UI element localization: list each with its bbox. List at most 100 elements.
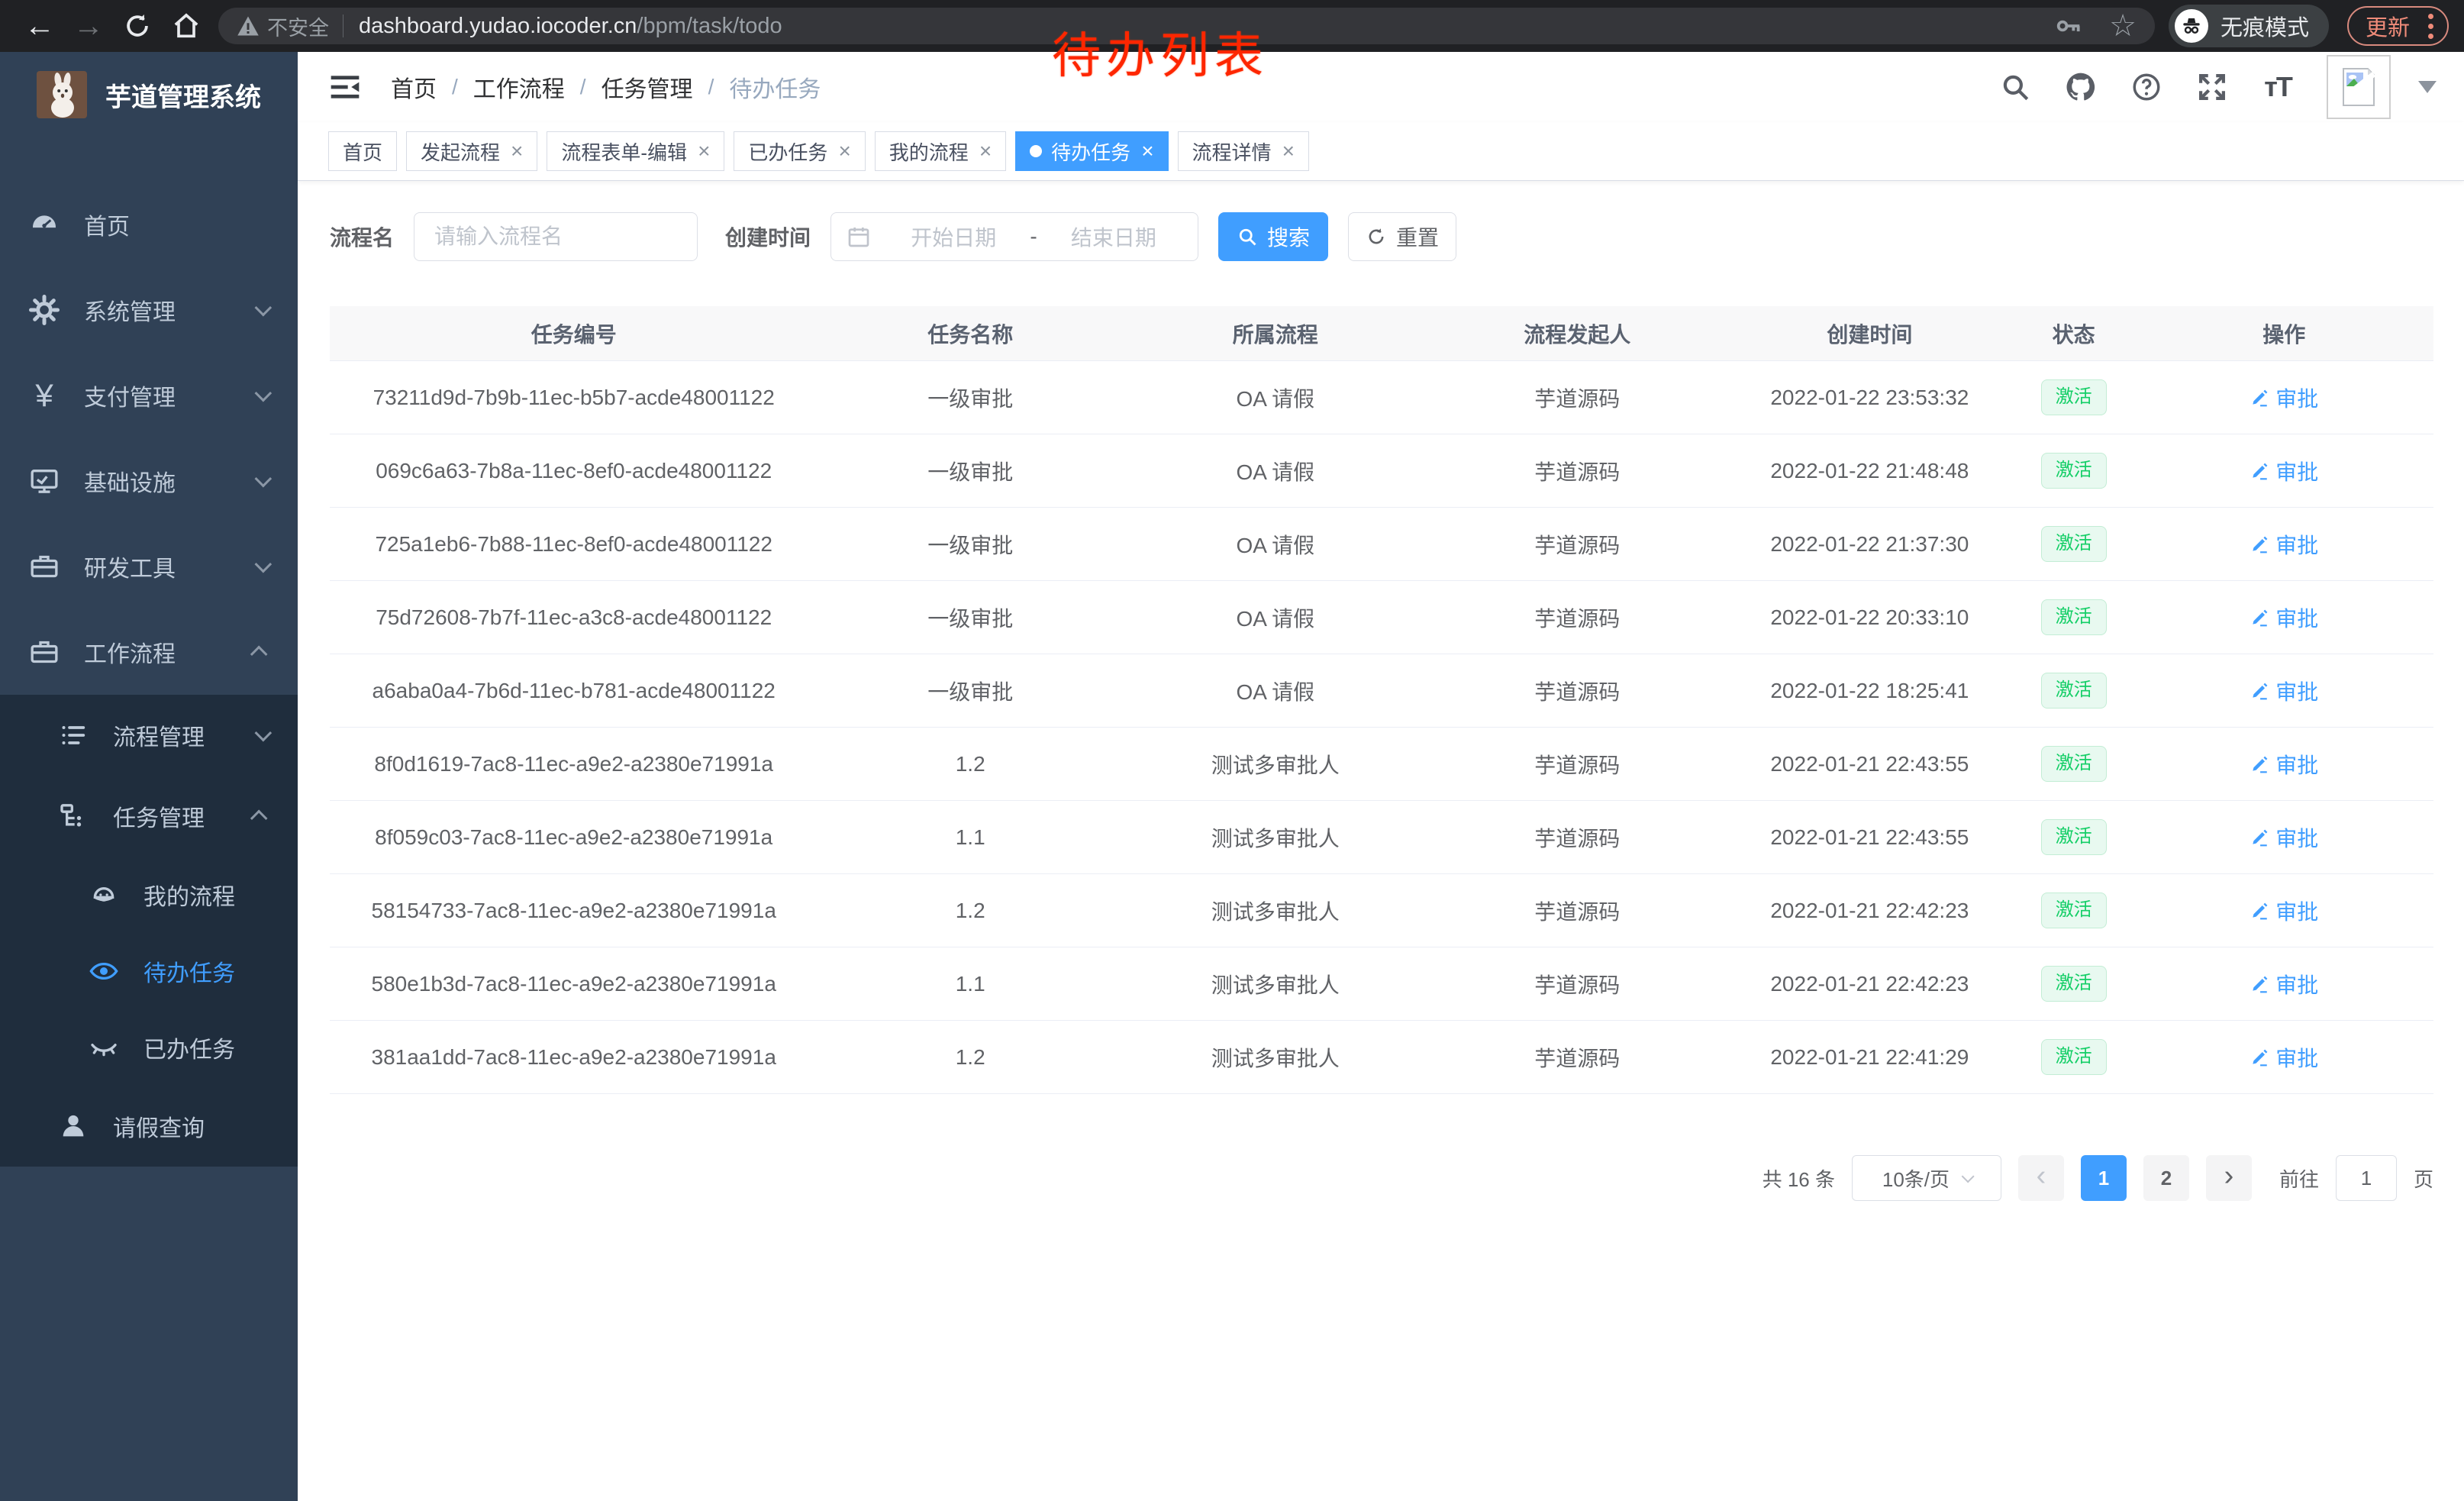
date-range-picker[interactable]: 开始日期 - 结束日期 (830, 212, 1198, 261)
browser-reload-button[interactable] (113, 5, 162, 47)
chevron-down-icon (255, 385, 273, 402)
edit-pencil-icon (2250, 388, 2269, 408)
table-row: 75d72608-7b7f-11ec-a3c8-acde48001122 一级审… (330, 581, 2433, 654)
sidebar-item-todo-tasks[interactable]: 待办任务 (0, 933, 298, 1009)
sidebar-item-infrastructure[interactable]: 基础设施 (0, 438, 298, 524)
status-badge: 激活 (2041, 746, 2107, 782)
approve-button[interactable]: 审批 (2250, 456, 2318, 486)
yen-icon: ¥ (29, 379, 60, 412)
tree-icon (58, 801, 89, 831)
active-tab-dot (1030, 145, 1042, 157)
security-label[interactable]: 不安全 (267, 11, 329, 41)
sidebar-item-workflow[interactable]: 工作流程 (0, 609, 298, 695)
browser-forward-button[interactable]: → (64, 5, 113, 47)
url-host[interactable]: dashboard.yudao.iocoder.cn (359, 14, 637, 39)
sidebar-item-system-mgmt[interactable]: 系统管理 (0, 267, 298, 353)
edit-pencil-icon (2250, 828, 2269, 847)
sidebar-item-my-process[interactable]: 我的流程 (0, 857, 298, 933)
sidebar-item-task-mgmt[interactable]: 任务管理 (0, 776, 298, 857)
pagination-total: 共 16 条 (1763, 1164, 1835, 1193)
avatar[interactable] (2327, 55, 2391, 119)
tag-tab-my-process[interactable]: 我的流程 (875, 131, 1006, 171)
table-row: 58154733-7ac8-11ec-a9e2-a2380e71991a 1.2… (330, 874, 2433, 947)
search-icon (1237, 226, 1258, 247)
edit-pencil-icon (2250, 1047, 2269, 1067)
close-icon[interactable] (979, 140, 992, 162)
sidebar-collapse-icon[interactable] (328, 70, 362, 104)
sidebar-item-done-tasks[interactable]: 已办任务 (0, 1009, 298, 1086)
eye-closed-icon (89, 1032, 119, 1063)
search-icon[interactable] (1998, 70, 2032, 104)
sidebar-item-payment-mgmt[interactable]: ¥ 支付管理 (0, 353, 298, 438)
tag-tab-done-tasks[interactable]: 已办任务 (734, 131, 865, 171)
app-logo[interactable]: 芋道管理系统 (0, 52, 298, 137)
tag-tab-home[interactable]: 首页 (328, 131, 397, 171)
close-icon[interactable] (1282, 140, 1295, 162)
breadcrumb-workflow[interactable]: 工作流程 (473, 70, 565, 104)
approve-button[interactable]: 审批 (2250, 822, 2318, 853)
approve-button[interactable]: 审批 (2250, 383, 2318, 413)
browser-update-button[interactable]: 更新 (2347, 6, 2449, 46)
prev-page-button[interactable]: ‹ (2018, 1155, 2064, 1201)
edit-pencil-icon (2250, 608, 2269, 628)
approve-button[interactable]: 审批 (2250, 969, 2318, 999)
github-icon[interactable] (2064, 70, 2098, 104)
edit-pencil-icon (2250, 461, 2269, 481)
breadcrumb-home[interactable]: 首页 (391, 70, 437, 104)
chevron-down-icon (255, 725, 273, 742)
briefcase-icon (29, 637, 60, 667)
page-button-2[interactable]: 2 (2143, 1155, 2189, 1201)
sidebar: 芋道管理系统 首页 系统管理 (0, 52, 298, 1501)
table-row: 8f059c03-7ac8-11ec-a9e2-a2380e71991a 1.1… (330, 801, 2433, 874)
close-icon[interactable] (511, 140, 523, 162)
next-page-button[interactable]: › (2206, 1155, 2252, 1201)
start-date-placeholder[interactable]: 开始日期 (885, 221, 1022, 252)
bookmark-star-icon[interactable]: ☆ (2109, 11, 2137, 41)
approve-button[interactable]: 审批 (2250, 676, 2318, 706)
breadcrumb-task-mgmt[interactable]: 任务管理 (601, 70, 693, 104)
browser-back-button[interactable]: ← (15, 5, 64, 47)
broken-image-icon (2337, 66, 2380, 108)
password-key-icon[interactable] (2054, 11, 2083, 40)
sidebar-item-dev-tools[interactable]: 研发工具 (0, 524, 298, 609)
process-name-input[interactable] (414, 212, 698, 261)
approve-button[interactable]: 审批 (2250, 529, 2318, 560)
search-button[interactable]: 搜索 (1218, 212, 1328, 261)
page-size-select[interactable]: 10条/页 (1852, 1155, 2001, 1201)
browser-home-button[interactable] (162, 5, 211, 47)
breadcrumb-current: 待办任务 (729, 70, 821, 104)
robot-icon (89, 880, 119, 910)
edit-pencil-icon (2250, 681, 2269, 701)
sidebar-item-process-mgmt[interactable]: 流程管理 (0, 695, 298, 776)
user-icon (58, 1111, 89, 1141)
filter-form: 流程名 创建时间 开始日期 - 结束日期 (330, 212, 2433, 261)
page-button-1[interactable]: 1 (2081, 1155, 2127, 1201)
url-path[interactable]: /bpm/task/todo (637, 14, 782, 39)
tag-tab-process-detail[interactable]: 流程详情 (1178, 131, 1309, 171)
tag-tab-todo-tasks[interactable]: 待办任务 (1015, 131, 1168, 171)
approve-button[interactable]: 审批 (2250, 602, 2318, 633)
help-icon[interactable] (2130, 70, 2163, 104)
close-icon[interactable] (838, 140, 850, 162)
font-size-icon[interactable]: тT (2261, 70, 2295, 104)
fullscreen-icon[interactable] (2195, 70, 2229, 104)
sidebar-item-leave-query[interactable]: 请假查询 (0, 1086, 298, 1167)
address-bar[interactable]: 不安全 dashboard.yudao.iocoder.cn /bpm/task… (218, 8, 2155, 44)
tag-tab-start-process[interactable]: 发起流程 (406, 131, 537, 171)
goto-page-input[interactable] (2336, 1155, 2397, 1201)
browser-menu-kebab-icon[interactable] (2425, 11, 2437, 42)
reset-button[interactable]: 重置 (1348, 212, 1456, 261)
approve-button[interactable]: 审批 (2250, 896, 2318, 926)
sidebar-item-home[interactable]: 首页 (0, 182, 298, 267)
approve-button[interactable]: 审批 (2250, 1042, 2318, 1073)
approve-button[interactable]: 审批 (2250, 749, 2318, 780)
tag-tab-form-edit[interactable]: 流程表单-编辑 (547, 131, 724, 171)
breadcrumb: 首页 / 工作流程 / 任务管理 / 待办任务 (391, 70, 821, 104)
close-icon[interactable] (698, 140, 710, 162)
sidebar-menu: 首页 系统管理 ¥ 支付管理 (0, 182, 298, 1167)
avatar-dropdown-caret-icon[interactable] (2418, 81, 2437, 93)
edit-pencil-icon (2250, 901, 2269, 921)
end-date-placeholder[interactable]: 结束日期 (1045, 221, 1182, 252)
close-icon[interactable] (1141, 140, 1153, 162)
chevron-down-icon (255, 470, 273, 488)
